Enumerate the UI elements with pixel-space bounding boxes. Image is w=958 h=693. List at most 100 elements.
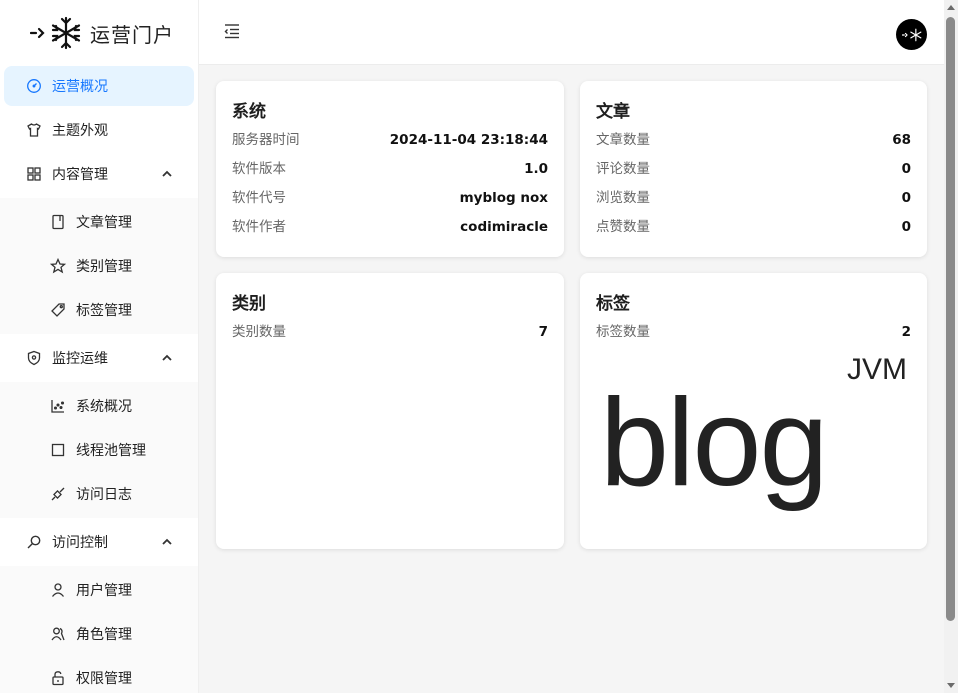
sidebar-item-label: 角色管理 — [76, 627, 132, 643]
sidebar-item-users[interactable]: 用户管理 — [4, 570, 194, 610]
sidebar-item-label: 主题外观 — [52, 123, 108, 139]
tag-cloud-word[interactable]: JVM — [847, 353, 907, 387]
info-row: 评论数量 0 — [596, 157, 911, 186]
shield-icon — [26, 350, 42, 366]
chart-dots-icon — [50, 398, 66, 414]
sidebar-item-tags[interactable]: 标签管理 — [4, 290, 194, 330]
sidebar: 运营门户 运营概况 主题外观 内容管理 文章管理 类别管理 标签管理 监控运维 … — [0, 0, 199, 693]
link-icon — [50, 486, 66, 502]
scroll-up-icon[interactable] — [947, 5, 955, 10]
row-label: 软件作者 — [232, 219, 286, 235]
sidebar-item-label: 标签管理 — [76, 303, 132, 319]
top-header — [199, 0, 944, 65]
sidebar-item-label: 文章管理 — [76, 215, 132, 231]
user-icon — [50, 582, 66, 598]
scrollbar-thumb[interactable] — [946, 17, 955, 621]
info-row: 标签数量 2 — [596, 320, 911, 349]
info-row: 点赞数量 0 — [596, 215, 911, 244]
sidebar-item-label: 线程池管理 — [76, 443, 146, 459]
main-content: 系统 服务器时间 2024-11-04 23:18:44 软件版本 1.0 软件代号… — [199, 65, 944, 693]
sidebar-item-label: 运营概况 — [52, 79, 108, 95]
sidebar-item-access-log[interactable]: 访问日志 — [4, 474, 194, 514]
search-key-icon — [26, 534, 42, 550]
info-row: 软件版本 1.0 — [232, 157, 548, 186]
brand[interactable]: 运营门户 — [0, 0, 198, 66]
lock-icon — [50, 670, 66, 686]
sidebar-item-theme[interactable]: 主题外观 — [4, 110, 194, 150]
sidebar-item-permissions[interactable]: 权限管理 — [4, 658, 194, 693]
submenu-access: 用户管理 角色管理 权限管理 — [0, 566, 198, 693]
row-label: 类别数量 — [232, 324, 286, 340]
tag-card: 标签 标签数量 2 JVM blog — [580, 273, 927, 549]
sidebar-item-label: 访问日志 — [76, 487, 132, 503]
sidebar-item-system-overview[interactable]: 系统概况 — [4, 386, 194, 426]
chevron-up-icon — [160, 351, 174, 365]
card-title: 系统 — [232, 102, 266, 122]
row-value: 68 — [892, 132, 911, 148]
sidebar-item-label: 系统概况 — [76, 399, 132, 415]
row-label: 点赞数量 — [596, 219, 650, 235]
vertical-scrollbar[interactable] — [944, 0, 958, 693]
sidebar-group-content[interactable]: 内容管理 — [4, 154, 194, 194]
submenu-monitor: 系统概况 线程池管理 访问日志 — [0, 382, 198, 518]
row-label: 标签数量 — [596, 324, 650, 340]
sidebar-item-label: 用户管理 — [76, 583, 132, 599]
shirt-icon — [26, 122, 42, 138]
info-row: 服务器时间 2024-11-04 23:18:44 — [232, 128, 548, 157]
sidebar-item-roles[interactable]: 角色管理 — [4, 614, 194, 654]
row-value: 0 — [901, 161, 911, 177]
info-row: 浏览数量 0 — [596, 186, 911, 215]
card-title: 文章 — [596, 102, 630, 122]
brand-title: 运营门户 — [90, 22, 174, 47]
star-icon — [50, 258, 66, 274]
info-row: 文章数量 68 — [596, 128, 911, 157]
card-title: 类别 — [232, 294, 266, 314]
row-label: 软件版本 — [232, 161, 286, 177]
sidebar-item-label: 类别管理 — [76, 259, 132, 275]
row-value: 1.0 — [524, 161, 548, 177]
sidebar-item-articles[interactable]: 文章管理 — [4, 202, 194, 242]
scroll-down-icon[interactable] — [947, 683, 955, 688]
row-label: 评论数量 — [596, 161, 650, 177]
book-icon — [50, 214, 66, 230]
sidebar-item-label: 访问控制 — [52, 535, 108, 551]
dashboard-icon — [26, 78, 42, 94]
row-value: myblog nox — [459, 190, 548, 206]
chevron-up-icon — [160, 535, 174, 549]
chevron-up-icon — [160, 167, 174, 181]
article-card: 文章 文章数量 68 评论数量 0 浏览数量 0 点赞数量 0 — [580, 81, 927, 257]
avatar[interactable] — [896, 19, 927, 50]
row-value: 2024-11-04 23:18:44 — [389, 132, 548, 148]
sidebar-item-categories[interactable]: 类别管理 — [4, 246, 194, 286]
snowflake-logo-icon — [30, 15, 82, 51]
system-card: 系统 服务器时间 2024-11-04 23:18:44 软件版本 1.0 软件代号… — [216, 81, 564, 257]
menu-fold-icon[interactable] — [223, 22, 241, 40]
grid-icon — [26, 166, 42, 182]
sidebar-item-label: 权限管理 — [76, 671, 132, 687]
row-label: 软件代号 — [232, 190, 286, 206]
sidebar-menu: 运营概况 主题外观 内容管理 文章管理 类别管理 标签管理 监控运维 系统概况 … — [0, 66, 198, 693]
row-value: 7 — [538, 324, 548, 340]
sidebar-group-monitor[interactable]: 监控运维 — [4, 338, 194, 378]
row-label: 浏览数量 — [596, 190, 650, 206]
sidebar-item-label: 内容管理 — [52, 167, 108, 183]
row-label: 文章数量 — [596, 132, 650, 148]
tag-cloud-word[interactable]: blog — [600, 373, 828, 513]
sidebar-item-overview[interactable]: 运营概况 — [4, 66, 194, 106]
submenu-content: 文章管理 类别管理 标签管理 — [0, 198, 198, 334]
row-value: 0 — [901, 190, 911, 206]
row-label: 服务器时间 — [232, 132, 300, 148]
row-value: 0 — [901, 219, 911, 235]
info-row: 类别数量 7 — [232, 320, 548, 349]
square-icon — [50, 442, 66, 458]
sidebar-item-threadpool[interactable]: 线程池管理 — [4, 430, 194, 470]
sidebar-item-label: 监控运维 — [52, 351, 108, 367]
info-row: 软件作者 codimiracle — [232, 215, 548, 244]
tag-icon — [50, 302, 66, 318]
row-value: codimiracle — [460, 219, 548, 235]
users-icon — [50, 626, 66, 642]
card-title: 标签 — [596, 294, 630, 314]
sidebar-group-access[interactable]: 访问控制 — [4, 522, 194, 562]
row-value: 2 — [901, 324, 911, 340]
info-row: 软件代号 myblog nox — [232, 186, 548, 215]
